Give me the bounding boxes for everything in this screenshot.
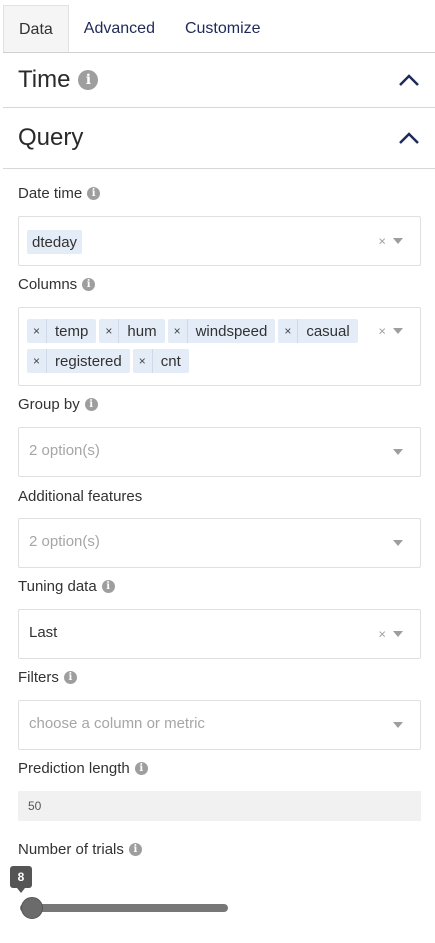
time-section-title: Time: [18, 66, 71, 93]
date-time-value: dteday: [27, 230, 83, 254]
tuning-data-label: Tuning data i: [18, 578, 115, 595]
column-chip: × registered: [27, 349, 130, 373]
caret-down-icon[interactable]: [393, 449, 403, 455]
prediction-length-label: Prediction length i: [18, 760, 148, 777]
info-icon: i: [87, 187, 101, 200]
filters-label: Filters i: [18, 669, 77, 686]
group-by-placeholder: 2 option(s): [29, 442, 100, 459]
group-by-label: Group by i: [18, 396, 98, 413]
columns-label: Columns i: [18, 276, 96, 293]
group-by-select[interactable]: 2 option(s): [18, 427, 421, 477]
time-section-header[interactable]: Time i: [3, 53, 435, 108]
chevron-up-icon[interactable]: [398, 131, 420, 145]
info-icon: i: [82, 278, 96, 291]
info-icon: i: [134, 762, 148, 775]
slider-value-tooltip: 8: [10, 866, 32, 893]
remove-icon[interactable]: ×: [278, 319, 299, 343]
additional-features-select[interactable]: 2 option(s): [18, 518, 421, 568]
caret-down-icon[interactable]: [393, 238, 403, 244]
remove-icon[interactable]: ×: [27, 349, 48, 373]
additional-features-placeholder: 2 option(s): [29, 533, 100, 550]
column-chip: × casual: [278, 319, 358, 343]
column-chip: × hum: [99, 319, 165, 343]
tuning-data-value: Last: [29, 624, 58, 641]
caret-down-icon[interactable]: [393, 631, 403, 637]
remove-icon[interactable]: ×: [27, 319, 48, 343]
info-icon: i: [78, 70, 99, 90]
number-of-trials-slider-handle[interactable]: [21, 897, 43, 919]
column-chip: × windspeed: [167, 319, 276, 343]
clear-icon[interactable]: ×: [378, 324, 386, 339]
chevron-up-icon[interactable]: [398, 73, 420, 87]
query-section-header[interactable]: Query: [3, 108, 435, 169]
clear-icon[interactable]: ×: [378, 627, 386, 642]
column-chip: × temp: [27, 319, 97, 343]
filters-placeholder: choose a column or metric: [29, 715, 205, 732]
column-chip: × cnt: [132, 349, 189, 373]
info-icon: i: [101, 580, 115, 593]
caret-down-icon[interactable]: [393, 722, 403, 728]
tab-bar: Data Advanced Customize: [3, 5, 435, 53]
tuning-data-select[interactable]: Last ×: [18, 609, 421, 659]
date-time-select[interactable]: dteday ×: [18, 216, 421, 266]
tab-customize[interactable]: Customize: [170, 5, 276, 52]
info-icon: i: [63, 671, 77, 684]
info-icon: i: [128, 843, 142, 856]
remove-icon[interactable]: ×: [133, 349, 153, 373]
tab-data[interactable]: Data: [3, 5, 69, 52]
clear-icon[interactable]: ×: [378, 234, 386, 249]
remove-icon[interactable]: ×: [99, 319, 120, 343]
number-of-trials-slider-track[interactable]: [20, 904, 228, 912]
query-section-title: Query: [18, 124, 84, 151]
prediction-length-input[interactable]: [18, 791, 421, 821]
additional-features-label: Additional features: [18, 488, 143, 505]
caret-down-icon[interactable]: [393, 328, 403, 334]
filters-select[interactable]: choose a column or metric: [18, 700, 421, 750]
caret-down-icon[interactable]: [393, 540, 403, 546]
number-of-trials-label: Number of trials i: [18, 841, 142, 858]
tab-advanced[interactable]: Advanced: [69, 5, 170, 52]
remove-icon[interactable]: ×: [168, 319, 188, 343]
columns-multiselect[interactable]: × temp × hum × windspeed × casual × registere…: [18, 307, 421, 386]
info-icon: i: [84, 398, 98, 411]
date-time-label: Date time i: [18, 185, 101, 202]
